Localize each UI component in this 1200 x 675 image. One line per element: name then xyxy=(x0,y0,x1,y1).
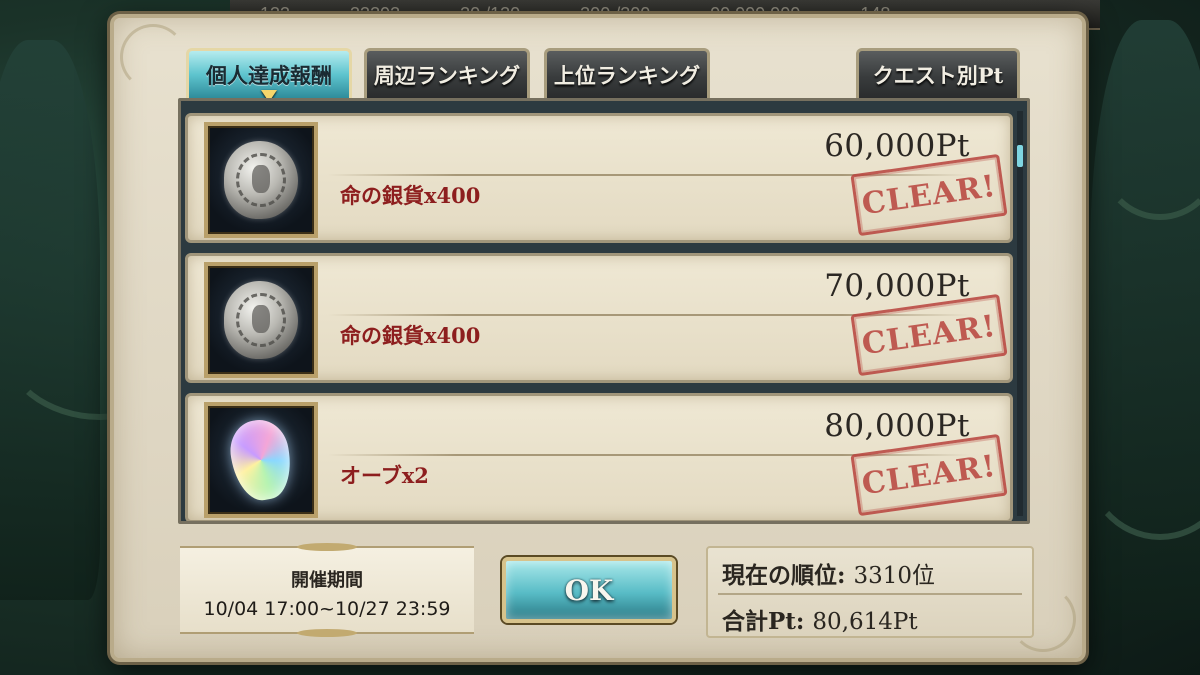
ornament-icon xyxy=(297,543,357,551)
scrollbar-thumb[interactable] xyxy=(1017,145,1023,167)
total-points-label: 合計Pt: xyxy=(722,608,805,635)
clear-stamp: CLEAR! xyxy=(850,433,1008,517)
reward-icon-frame xyxy=(204,122,318,238)
tab-label: 個人達成報酬 xyxy=(206,62,332,88)
current-rank: 現在の順位: 3310位 xyxy=(722,556,935,590)
divider xyxy=(718,593,1022,595)
event-period-title: 開催期間 xyxy=(291,570,363,591)
tab-label: 上位ランキング xyxy=(553,62,701,88)
points-threshold: 60,000Pt xyxy=(824,128,970,164)
ok-button[interactable]: OK xyxy=(502,557,676,623)
total-points-value: 80,614Pt xyxy=(812,609,918,635)
reward-row: 80,000Pt オーブx2 CLEAR! xyxy=(185,393,1013,521)
tab-personal-rewards[interactable]: 個人達成報酬 xyxy=(186,48,352,102)
event-period-dates: 10/04 17:00~10/27 23:59 xyxy=(203,598,451,620)
silver-coin-icon xyxy=(224,141,298,219)
clear-stamp: CLEAR! xyxy=(850,293,1008,377)
points-threshold: 70,000Pt xyxy=(824,268,970,304)
clear-stamp: CLEAR! xyxy=(850,153,1008,237)
reward-icon-frame xyxy=(204,262,318,378)
tab-label: クエスト別Pt xyxy=(872,62,1004,88)
tab-label: 周辺ランキング xyxy=(373,62,521,88)
orb-icon xyxy=(225,415,297,505)
points-threshold: 80,000Pt xyxy=(824,408,970,444)
reward-name: 命の銀貨x400 xyxy=(340,183,481,208)
tab-top-ranking[interactable]: 上位ランキング xyxy=(544,48,710,98)
tab-nearby-ranking[interactable]: 周辺ランキング xyxy=(364,48,530,98)
total-points: 合計Pt: 80,614Pt xyxy=(722,602,918,636)
reward-row: 60,000Pt 命の銀貨x400 CLEAR! xyxy=(185,113,1013,243)
ornament-icon xyxy=(297,629,357,637)
reward-row: 70,000Pt 命の銀貨x400 CLEAR! xyxy=(185,253,1013,383)
reward-name: 命の銀貨x400 xyxy=(340,323,481,348)
silver-coin-icon xyxy=(224,281,298,359)
tab-quest-points[interactable]: クエスト別Pt xyxy=(856,48,1020,98)
reward-icon-frame xyxy=(204,402,318,518)
rank-info-box: 現在の順位: 3310位 合計Pt: 80,614Pt xyxy=(706,546,1034,638)
event-period-box: 開催期間 10/04 17:00~10/27 23:59 xyxy=(180,543,474,637)
current-rank-value: 3310位 xyxy=(853,563,936,589)
scrollbar-track[interactable] xyxy=(1017,111,1023,516)
reward-list[interactable]: 60,000Pt 命の銀貨x400 CLEAR! 70,000Pt 命の銀貨x4… xyxy=(178,98,1030,524)
current-rank-label: 現在の順位: xyxy=(722,562,846,589)
reward-name: オーブx2 xyxy=(340,463,429,488)
tab-bar: 個人達成報酬 周辺ランキング 上位ランキング クエスト別Pt xyxy=(178,46,1028,102)
